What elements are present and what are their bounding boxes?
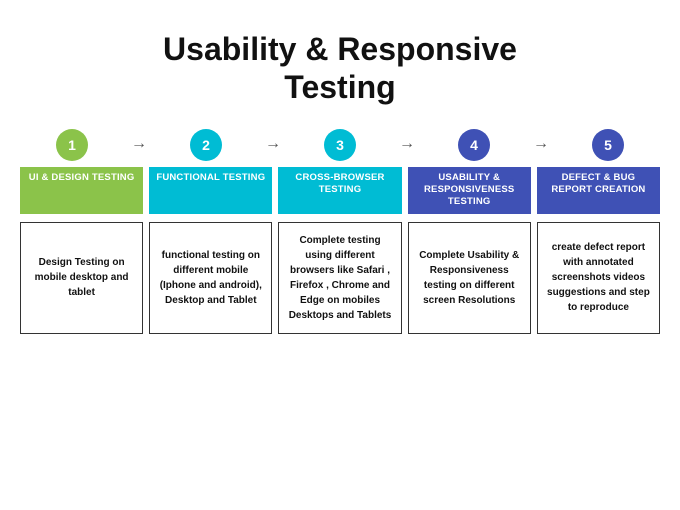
- step-circle-5: 5: [592, 129, 624, 161]
- step-circle-3: 3: [324, 129, 356, 161]
- label-4: USABILITY & RESPONSIVENESS TESTING: [408, 167, 531, 214]
- label-3: CROSS-BROWSER TESTING: [278, 167, 401, 214]
- descriptions-row: Design Testing on mobile desktop and tab…: [20, 222, 660, 334]
- step-numbers-row: 1 → 2 → 3 → 4 → 5: [20, 129, 660, 161]
- page-title: Usability & Responsive Testing: [163, 30, 517, 107]
- flow-diagram: 1 → 2 → 3 → 4 → 5 UI & DESIGN TESTINGFUNCTIONAL …: [20, 129, 660, 334]
- label-2: FUNCTIONAL TESTING: [149, 167, 272, 214]
- arrow-1: →: [124, 135, 154, 153]
- arrow-3: →: [392, 135, 422, 153]
- step-number-5: 5: [556, 129, 660, 161]
- label-5: DEFECT & BUG REPORT CREATION: [537, 167, 660, 214]
- arrow-4: →: [526, 135, 556, 153]
- description-3: Complete testing using different browser…: [278, 222, 401, 334]
- description-1: Design Testing on mobile desktop and tab…: [20, 222, 143, 334]
- step-number-4: 4: [422, 129, 526, 161]
- label-1: UI & DESIGN TESTING: [20, 167, 143, 214]
- step-circle-1: 1: [56, 129, 88, 161]
- description-2: functional testing on different mobile (…: [149, 222, 272, 334]
- description-5: create defect report with annotated scre…: [537, 222, 660, 334]
- step-number-1: 1: [20, 129, 124, 161]
- description-4: Complete Usability & Responsiveness test…: [408, 222, 531, 334]
- labels-row: UI & DESIGN TESTINGFUNCTIONAL TESTINGCRO…: [20, 167, 660, 214]
- step-circle-2: 2: [190, 129, 222, 161]
- step-number-3: 3: [288, 129, 392, 161]
- arrow-2: →: [258, 135, 288, 153]
- step-number-2: 2: [154, 129, 258, 161]
- step-circle-4: 4: [458, 129, 490, 161]
